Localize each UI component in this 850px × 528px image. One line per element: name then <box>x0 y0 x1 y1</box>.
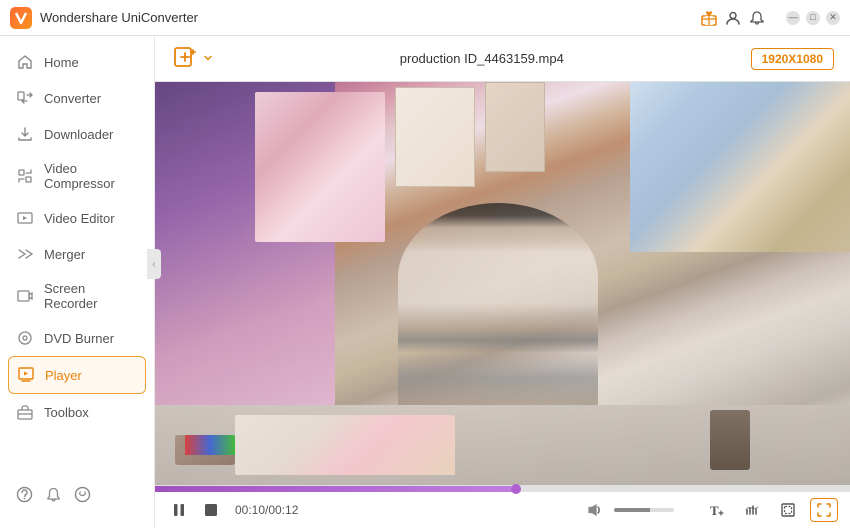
video-thumbnail <box>155 82 850 485</box>
maximize-button[interactable]: □ <box>806 11 820 25</box>
merger-icon <box>16 245 34 263</box>
sidebar-item-video-editor[interactable]: Video Editor <box>0 200 154 236</box>
sidebar-item-dvd-burner[interactable]: DVD Burner <box>0 320 154 356</box>
progress-thumb[interactable] <box>511 484 521 494</box>
sidebar-item-home[interactable]: Home <box>0 44 154 80</box>
user-icon[interactable] <box>724 9 742 27</box>
sidebar-label-screen-recorder: Screen Recorder <box>44 281 138 311</box>
bell-icon[interactable] <box>45 486 62 508</box>
content-toolbar: production ID_4463159.mp4 1920X1080 <box>155 36 850 82</box>
sidebar-label-dvd-burner: DVD Burner <box>44 331 114 346</box>
titlebar: Wondershare UniConverter — □ <box>0 0 850 36</box>
converter-icon <box>16 89 34 107</box>
titlebar-controls: — □ ✕ <box>700 9 840 27</box>
sidebar-label-converter: Converter <box>44 91 101 106</box>
sidebar-label-downloader: Downloader <box>44 127 113 142</box>
app-logo <box>10 7 32 29</box>
help-icon[interactable] <box>16 486 33 508</box>
sidebar-item-converter[interactable]: Converter <box>0 80 154 116</box>
dvd-icon <box>16 329 34 347</box>
sidebar-label-player: Player <box>45 368 82 383</box>
controls-row: 00:10/00:12 T <box>155 492 850 528</box>
app-title: Wondershare UniConverter <box>40 10 700 25</box>
sidebar-label-video-editor: Video Editor <box>44 211 115 226</box>
add-file-button[interactable] <box>171 43 213 74</box>
sidebar-label-video-compressor: Video Compressor <box>44 161 138 191</box>
player-controls: 00:10/00:12 T <box>155 485 850 528</box>
file-name-display: production ID_4463159.mp4 <box>225 51 739 66</box>
fullscreen-button[interactable] <box>810 498 838 522</box>
sidebar-item-player[interactable]: Player <box>8 356 146 394</box>
notification-icon[interactable] <box>748 9 766 27</box>
volume-control <box>580 498 674 522</box>
sidebar-collapse-button[interactable]: ‹ <box>147 249 161 279</box>
gift-icon[interactable] <box>700 9 718 27</box>
minimize-button[interactable]: — <box>786 11 800 25</box>
sidebar-bottom <box>0 474 154 520</box>
feedback-icon[interactable] <box>74 486 91 508</box>
time-display: 00:10/00:12 <box>235 503 298 517</box>
svg-text:T: T <box>710 503 719 518</box>
progress-fill <box>155 486 516 492</box>
sidebar-item-screen-recorder[interactable]: Screen Recorder <box>0 272 154 320</box>
player-icon <box>17 366 35 384</box>
pause-button[interactable] <box>167 498 191 522</box>
video-display[interactable] <box>155 82 850 485</box>
recorder-icon <box>16 287 34 305</box>
sidebar-label-merger: Merger <box>44 247 85 262</box>
audio-track-button[interactable] <box>738 498 766 522</box>
sidebar-label-toolbox: Toolbox <box>44 405 89 420</box>
sidebar-item-video-compressor[interactable]: Video Compressor <box>0 152 154 200</box>
volume-slider[interactable] <box>614 508 674 512</box>
compress-icon <box>16 167 34 185</box>
close-button[interactable]: ✕ <box>826 11 840 25</box>
stop-button[interactable] <box>199 498 223 522</box>
sidebar-label-home: Home <box>44 55 79 70</box>
sidebar-item-downloader[interactable]: Downloader <box>0 116 154 152</box>
sidebar: Home Converter Downloader <box>0 36 155 528</box>
subtitle-button[interactable]: T <box>702 498 730 522</box>
add-file-icon <box>171 43 199 74</box>
volume-icon[interactable] <box>580 498 608 522</box>
sidebar-item-toolbox[interactable]: Toolbox <box>0 394 154 430</box>
downloader-icon <box>16 125 34 143</box>
crop-button[interactable] <box>774 498 802 522</box>
toolbox-icon <box>16 403 34 421</box>
content-area: production ID_4463159.mp4 1920X1080 <box>155 36 850 528</box>
add-dropdown-icon <box>203 51 213 66</box>
main-layout: Home Converter Downloader <box>0 36 850 528</box>
sidebar-item-merger[interactable]: Merger <box>0 236 154 272</box>
home-icon <box>16 53 34 71</box>
progress-bar[interactable] <box>155 486 850 492</box>
resolution-badge[interactable]: 1920X1080 <box>751 48 834 70</box>
editor-icon <box>16 209 34 227</box>
